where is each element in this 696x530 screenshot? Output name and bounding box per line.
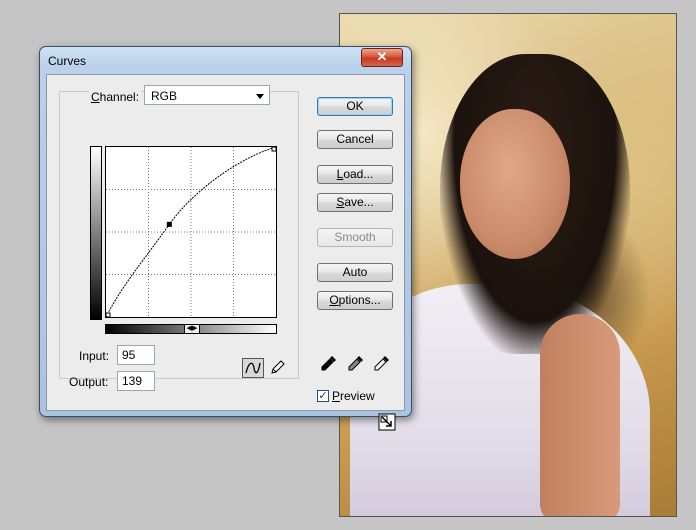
- input-label: Input:: [79, 349, 110, 363]
- chevron-down-icon: [256, 94, 264, 99]
- preview-label: Preview: [332, 389, 375, 403]
- close-icon: ✕: [376, 49, 388, 64]
- cancel-button[interactable]: Cancel: [317, 130, 393, 149]
- curves-dialog: Curves ✕ Channel: RGB ◀▶ Input: 95 Outpu…: [39, 46, 412, 431]
- curve-endpoint-black[interactable]: [106, 312, 111, 317]
- auto-button[interactable]: Auto: [317, 263, 393, 282]
- channel-select[interactable]: RGB: [144, 85, 270, 105]
- graph-gridlines: [106, 147, 276, 317]
- load-button[interactable]: Load...: [317, 165, 393, 184]
- curve-graph[interactable]: [105, 146, 277, 318]
- white-point-eyedropper-icon[interactable]: [373, 354, 391, 372]
- black-point-eyedropper-icon[interactable]: [320, 354, 338, 372]
- input-field[interactable]: 95: [117, 345, 155, 365]
- input-gradient-bar: ◀▶: [105, 324, 277, 334]
- photo-face: [460, 109, 570, 259]
- smooth-button[interactable]: Smooth: [317, 228, 393, 247]
- dialog-body: Channel: RGB ◀▶ Input: 95 Output: 139 OK…: [46, 74, 405, 431]
- curve-control-point[interactable]: [166, 221, 172, 227]
- photo-arm: [540, 314, 620, 516]
- channel-select-value: RGB: [151, 89, 178, 103]
- curve-endpoint-white[interactable]: [271, 147, 276, 152]
- dialog-title: Curves: [48, 54, 87, 68]
- gray-point-eyedropper-icon[interactable]: [347, 354, 365, 372]
- preview-checkbox[interactable]: ✓: [317, 390, 329, 402]
- output-label: Output:: [69, 375, 109, 389]
- pencil-tool-icon[interactable]: [267, 358, 289, 378]
- output-gradient-bar: [90, 146, 102, 320]
- curve-graph-svg: [106, 147, 276, 317]
- close-button[interactable]: ✕: [361, 48, 403, 67]
- output-field[interactable]: 139: [117, 371, 155, 391]
- expand-dialog-icon[interactable]: [378, 413, 396, 431]
- ok-button[interactable]: OK: [317, 97, 393, 116]
- gradient-toggle-arrows-icon[interactable]: ◀▶: [184, 325, 200, 333]
- title-bar[interactable]: Curves ✕: [40, 47, 411, 75]
- curve-tool-icon[interactable]: [242, 358, 264, 378]
- channel-label: Channel:: [89, 90, 142, 104]
- save-button[interactable]: Save...: [317, 193, 393, 212]
- options-button[interactable]: Options...: [317, 291, 393, 310]
